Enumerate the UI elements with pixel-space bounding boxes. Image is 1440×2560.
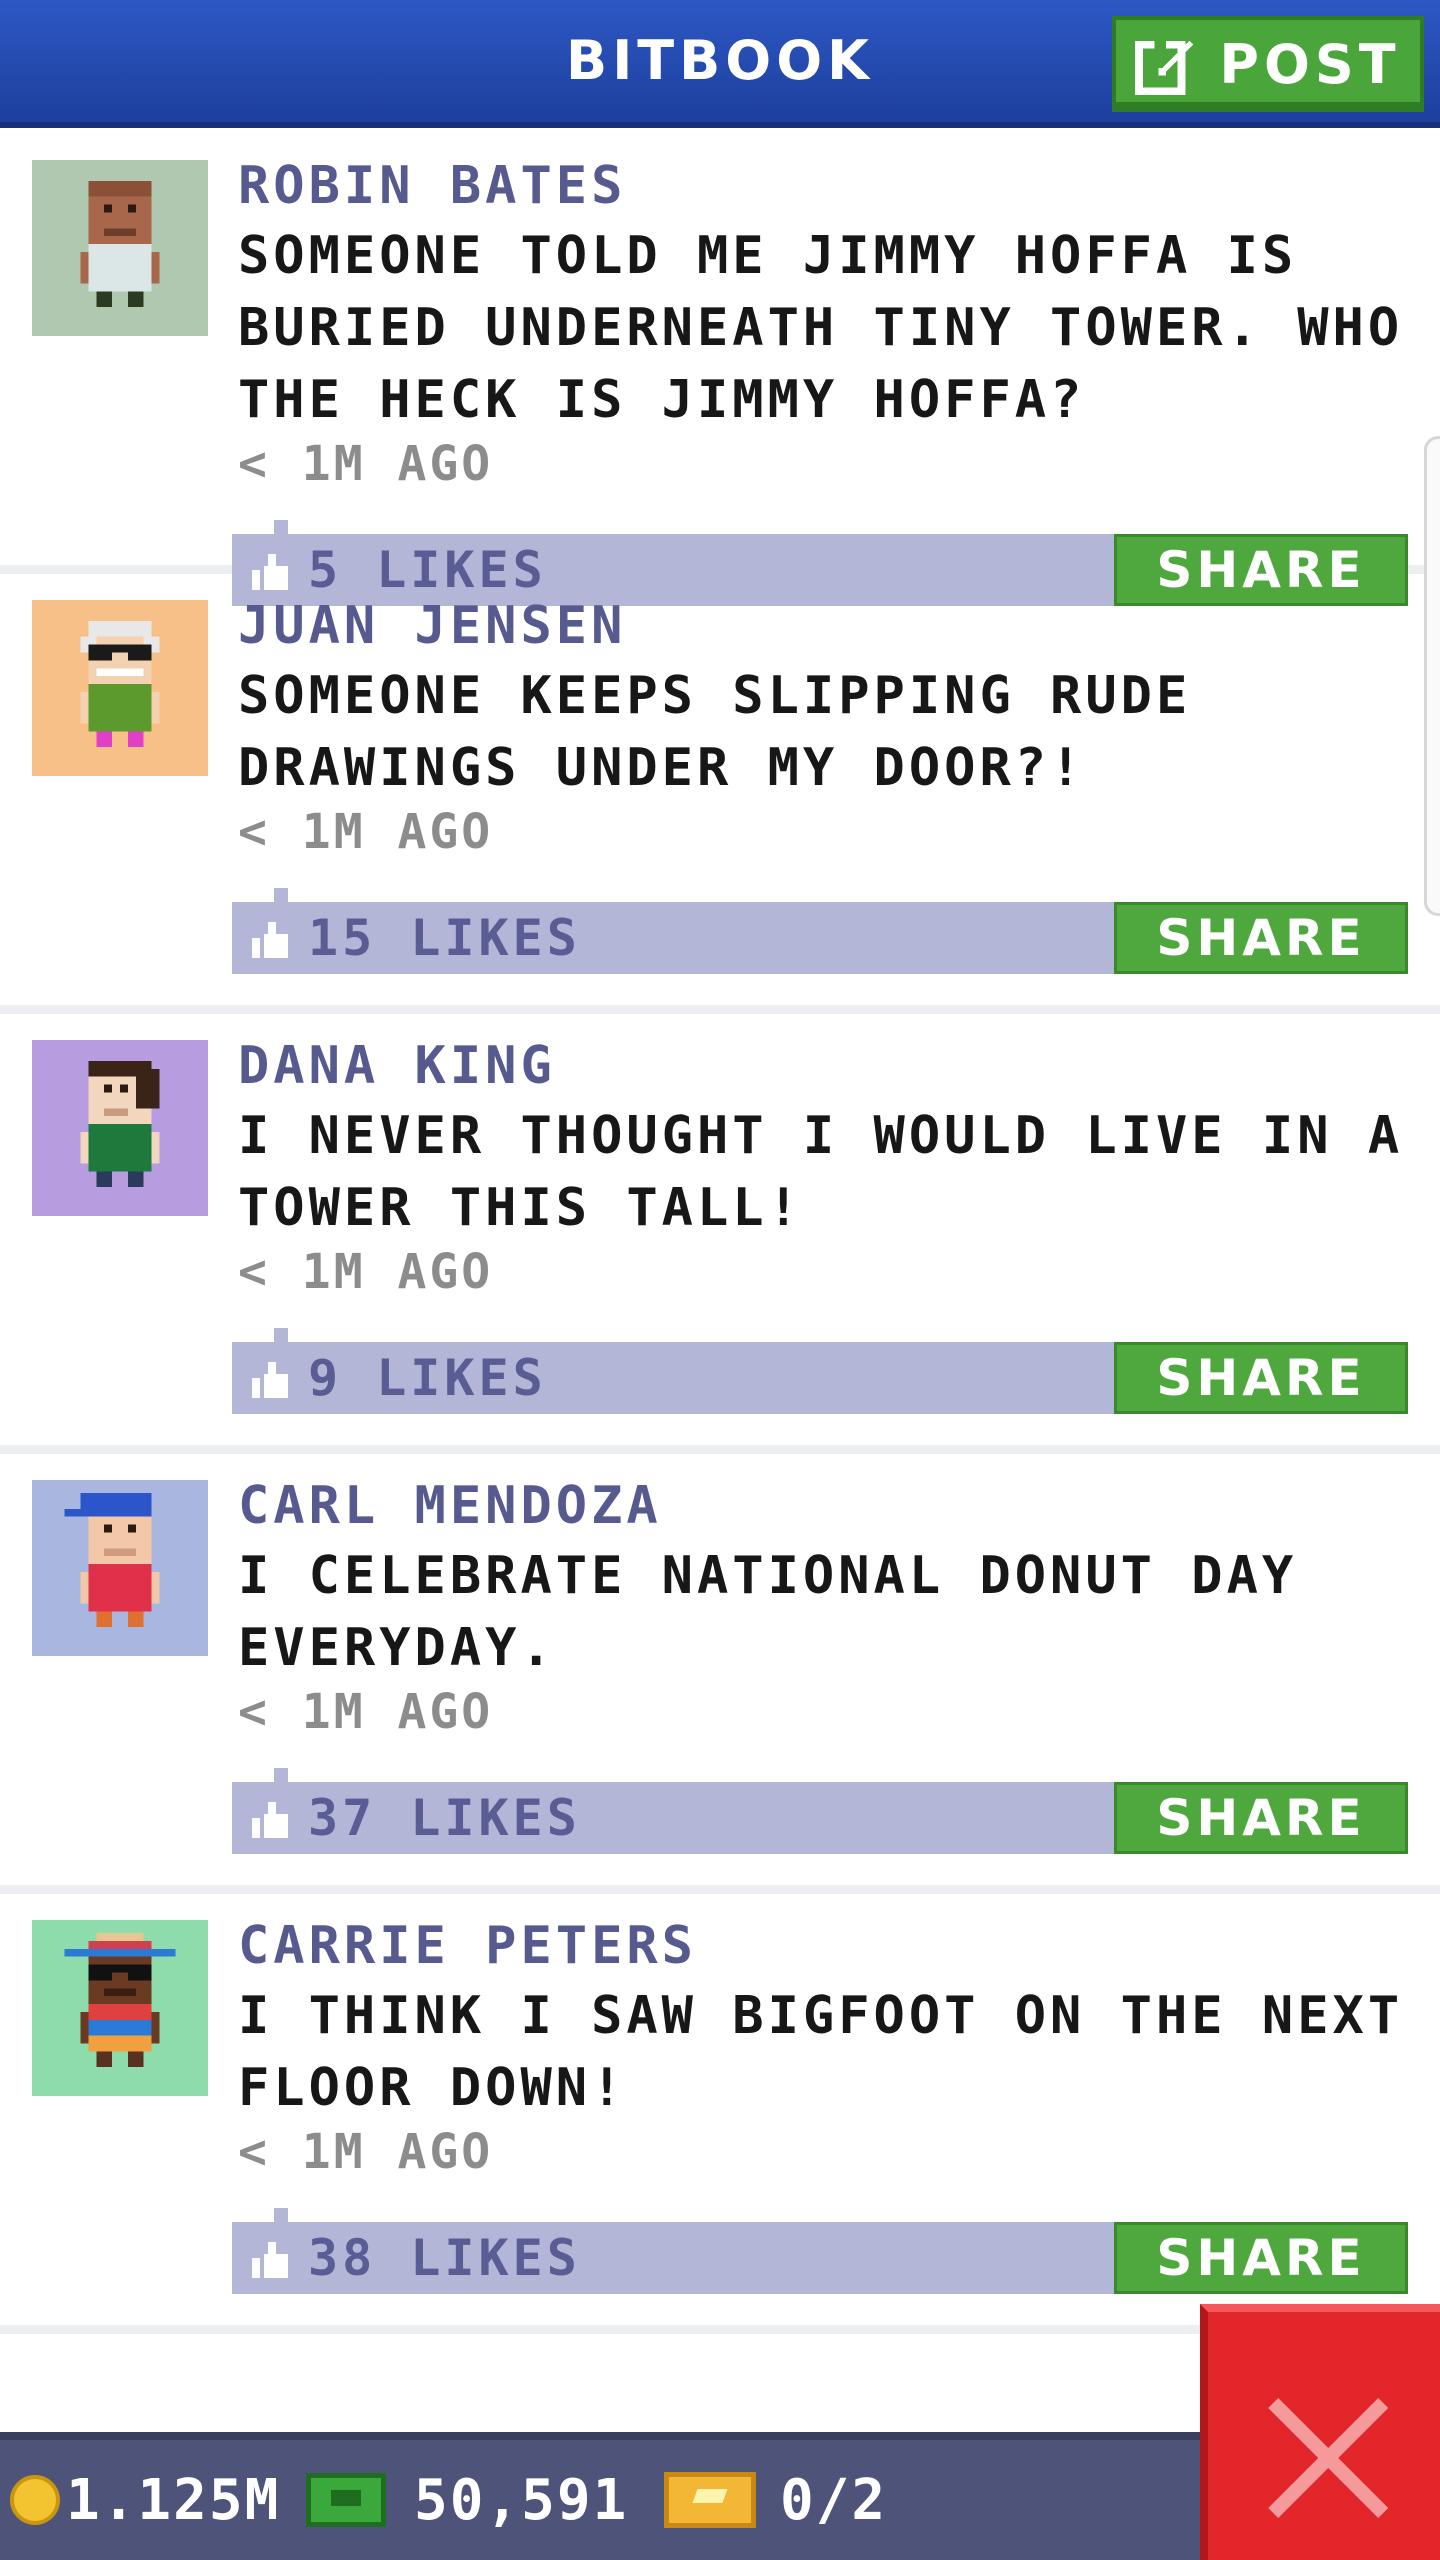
feed-post: CARRIE PETERS I THINK I SAW BIGFOOT ON T… (0, 1894, 1440, 2334)
close-icon (1268, 2398, 1388, 2518)
post-message: I CELEBRATE NATIONAL DONUT DAY EVERYDAY. (238, 1546, 1298, 1678)
post-message: I THINK I SAW BIGFOOT ON THE NEXT FLOOR … (238, 1986, 1404, 2118)
thumbs-up-icon[interactable] (252, 922, 292, 958)
likes-count: 9 LIKES (308, 1349, 547, 1407)
post-timestamp: < 1M AGO (238, 1684, 494, 1740)
thumbs-up-icon[interactable] (252, 1362, 292, 1398)
coins-value: 1.125M (66, 2467, 281, 2533)
feed-post: ROBIN BATES SOMEONE TOLD ME JIMMY HOFFA … (0, 134, 1440, 606)
share-button[interactable]: SHARE (1114, 1342, 1408, 1414)
share-button[interactable]: SHARE (1114, 1782, 1408, 1854)
share-button[interactable]: SHARE (1114, 2222, 1408, 2294)
header-bar: BITBOOK POST (0, 0, 1440, 128)
avatar (32, 1480, 208, 1656)
bux-value: 50,591 (414, 2467, 629, 2533)
post-message: SOMEONE KEEPS SLIPPING RUDE DRAWINGS UND… (238, 666, 1192, 798)
bux-icon (306, 2473, 386, 2527)
post-author[interactable]: JUAN JENSEN (238, 592, 626, 660)
post-button-label: POST (1219, 32, 1401, 96)
post-timestamp: < 1M AGO (238, 436, 494, 492)
post-timestamp: < 1M AGO (238, 804, 494, 860)
tickets-value: 0/2 (780, 2467, 888, 2533)
post-timestamp: < 1M AGO (238, 2124, 494, 2180)
feed-post: CARL MENDOZA I CELEBRATE NATIONAL DONUT … (0, 1454, 1440, 1894)
avatar (32, 1920, 208, 2096)
likes-bar: 9 LIKES SHARE (232, 1328, 1408, 1414)
tickets-display[interactable]: 0/2 (664, 2440, 887, 2560)
share-button[interactable]: SHARE (1114, 902, 1408, 974)
avatar (32, 600, 208, 776)
thumbs-up-icon[interactable] (252, 1802, 292, 1838)
likes-bar: 15 LIKES SHARE (232, 888, 1408, 974)
edit-icon (1135, 36, 1194, 95)
feed-post: JUAN JENSEN SOMEONE KEEPS SLIPPING RUDE … (0, 574, 1440, 1014)
likes-bar: 37 LIKES SHARE (232, 1768, 1408, 1854)
post-author[interactable]: CARRIE PETERS (238, 1912, 697, 1980)
post-message: SOMEONE TOLD ME JIMMY HOFFA IS BURIED UN… (238, 226, 1404, 430)
bux-display[interactable]: 50,591 (306, 2440, 628, 2560)
close-button[interactable] (1200, 2304, 1440, 2560)
likes-count: 37 LIKES (308, 1789, 581, 1847)
likes-count: 15 LIKES (308, 909, 581, 967)
likes-bar: 38 LIKES SHARE (232, 2208, 1408, 2294)
coin-icon (10, 2475, 60, 2525)
post-author[interactable]: DANA KING (238, 1032, 556, 1100)
post-timestamp: < 1M AGO (238, 1244, 494, 1300)
coins-display: 1.125M (10, 2440, 280, 2560)
post-author[interactable]: CARL MENDOZA (238, 1472, 662, 1540)
avatar (32, 1040, 208, 1216)
post-button[interactable]: POST (1112, 16, 1424, 112)
thumbs-up-icon[interactable] (252, 2242, 292, 2278)
likes-count: 38 LIKES (308, 2229, 581, 2287)
avatar (32, 160, 208, 336)
post-message: I NEVER THOUGHT I WOULD LIVE IN A TOWER … (238, 1106, 1404, 1238)
ticket-icon (664, 2472, 756, 2528)
feed-list: ROBIN BATES SOMEONE TOLD ME JIMMY HOFFA … (0, 134, 1440, 2334)
scroll-indicator[interactable] (1424, 436, 1440, 916)
feed-post: DANA KING I NEVER THOUGHT I WOULD LIVE I… (0, 1014, 1440, 1454)
post-author[interactable]: ROBIN BATES (238, 152, 626, 220)
